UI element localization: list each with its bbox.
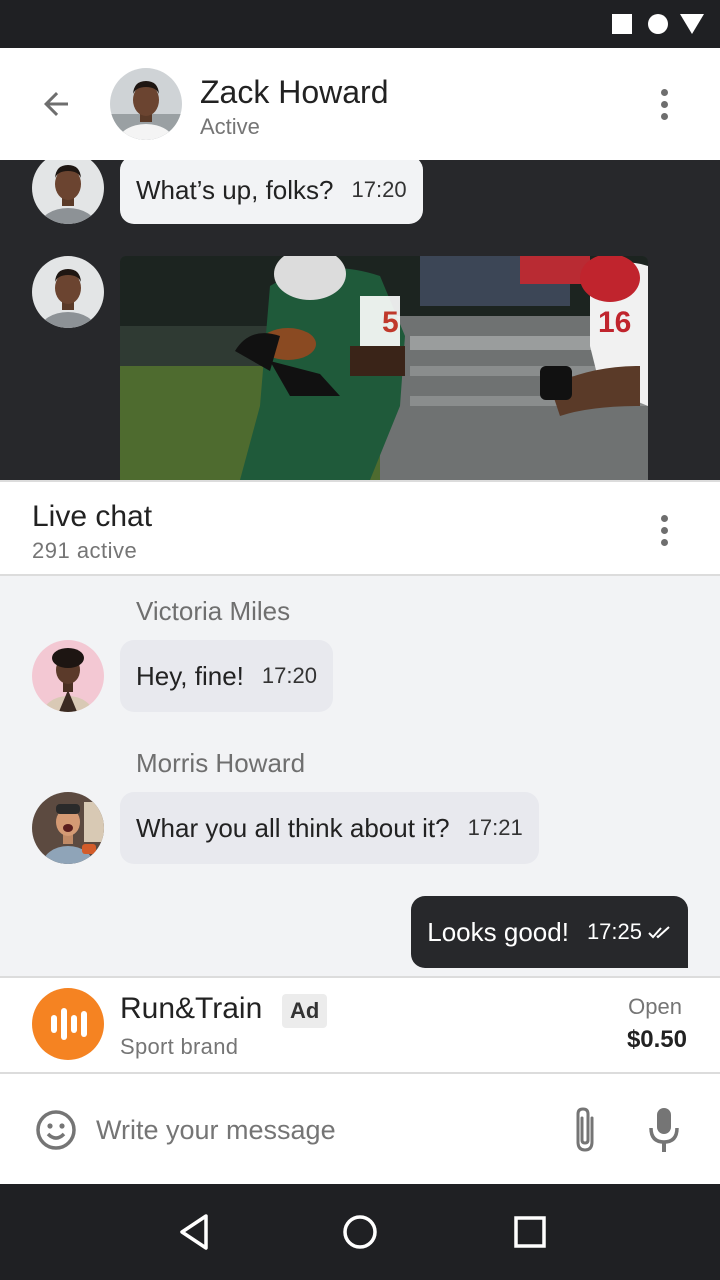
- message-text: Looks good!: [427, 916, 569, 947]
- nav-back-button[interactable]: [170, 1208, 218, 1256]
- message-time: 17:20: [351, 177, 407, 202]
- avatar[interactable]: [110, 68, 182, 140]
- more-vertical-icon: [660, 514, 668, 522]
- avatar[interactable]: [32, 160, 104, 224]
- microphone-icon: [649, 1108, 679, 1152]
- message-text: Hey, fine!: [136, 660, 244, 691]
- microphone-button[interactable]: [646, 1106, 682, 1154]
- back-triangle-icon: [180, 1214, 208, 1250]
- contact-name: Zack Howard: [200, 74, 389, 110]
- message-text: Whar you all think about it?: [136, 812, 450, 843]
- sender-name: Victoria Miles: [136, 596, 291, 626]
- active-count: 291 active: [32, 538, 138, 563]
- live-chat-title: Live chat: [32, 500, 153, 533]
- message-time: 17:20: [261, 663, 317, 688]
- outgoing-message-bubble[interactable]: Looks good! 17:25: [411, 896, 688, 968]
- navigation-bar: [0, 1184, 720, 1280]
- live-chat-more-button[interactable]: [644, 506, 684, 554]
- ad-price: $0.50: [626, 1026, 687, 1053]
- ad-banner[interactable]: Run&Train Ad Sport brand Open $0.50: [0, 976, 720, 1074]
- message-composer: [0, 1074, 720, 1184]
- message-bubble[interactable]: Hey, fine! 17:20: [120, 640, 333, 712]
- smiley-icon: [36, 1110, 76, 1150]
- live-chat-header: Live chat 291 active: [0, 480, 720, 576]
- double-check-icon: [648, 924, 672, 940]
- status-circle-icon: [648, 14, 668, 34]
- home-circle-icon: [343, 1215, 377, 1249]
- ad-open-link[interactable]: Open: [628, 994, 682, 1020]
- status-square-icon: [612, 14, 632, 34]
- message-time: 17:21: [467, 815, 523, 840]
- avatar[interactable]: [32, 256, 104, 328]
- attach-button[interactable]: [566, 1104, 604, 1156]
- nav-home-button[interactable]: [336, 1208, 384, 1256]
- back-button[interactable]: [28, 80, 84, 128]
- message-input[interactable]: [96, 1104, 536, 1156]
- svg-text:16: 16: [598, 306, 631, 339]
- status-signal-icon: [680, 14, 704, 34]
- message-bubble[interactable]: What’s up, folks? 17:20: [120, 160, 423, 224]
- header-more-button[interactable]: [644, 80, 684, 128]
- brand-logo-icon: [32, 988, 104, 1060]
- ad-brand-name: Run&Train: [120, 992, 263, 1025]
- message-bubble[interactable]: Whar you all think about it? 17:21: [120, 792, 539, 864]
- video-chat-area: What’s up, folks? 17:20 5 16: [0, 160, 720, 480]
- message-time: 17:25: [586, 919, 642, 944]
- paperclip-icon: [576, 1107, 594, 1152]
- nav-recents-button[interactable]: [506, 1208, 554, 1256]
- chat-header: Zack Howard Active: [0, 48, 720, 160]
- avatar[interactable]: [32, 640, 104, 712]
- contact-status: Active: [200, 114, 260, 139]
- football-image[interactable]: 5 16: [120, 256, 648, 480]
- recents-square-icon: [514, 1216, 546, 1248]
- message-text: What’s up, folks?: [136, 174, 334, 205]
- avatar[interactable]: [32, 792, 104, 864]
- ad-subtitle: Sport brand: [120, 1034, 239, 1059]
- arrow-left-icon: [44, 92, 68, 116]
- more-vertical-icon: [660, 88, 668, 96]
- emoji-button[interactable]: [34, 1108, 78, 1152]
- ad-badge: Ad: [282, 994, 328, 1028]
- sender-name: Morris Howard: [136, 748, 306, 778]
- svg-text:5: 5: [382, 306, 399, 339]
- status-bar: [0, 0, 720, 48]
